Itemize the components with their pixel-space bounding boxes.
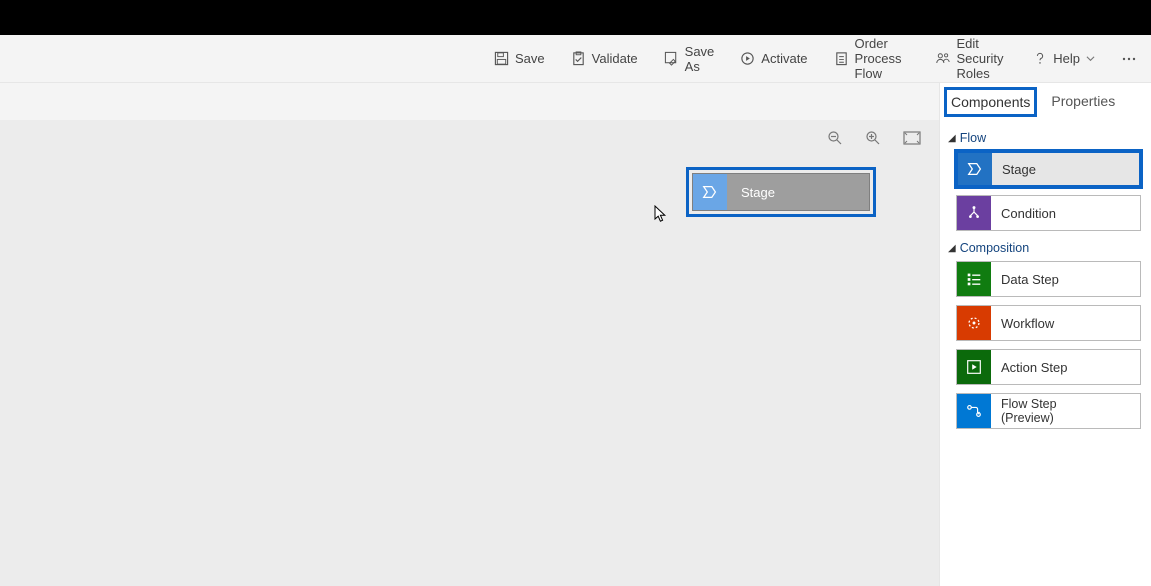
activate-label: Activate [761, 51, 807, 66]
zoom-out-button[interactable] [827, 130, 843, 146]
app-titlebar [0, 0, 1151, 35]
component-stage-label: Stage [992, 162, 1036, 177]
order-process-flow-button[interactable]: Order Process Flow [834, 36, 909, 81]
component-condition-label: Condition [991, 206, 1056, 221]
stage-tile-icon-cell [693, 174, 727, 210]
fit-to-screen-button[interactable] [903, 131, 921, 145]
more-commands-button[interactable] [1121, 52, 1137, 66]
component-flow-step[interactable]: Flow Step (Preview) [956, 393, 1141, 429]
component-data-step-label: Data Step [991, 272, 1059, 287]
designer-canvas[interactable]: Stage [0, 120, 939, 586]
roles-label: Edit Security Roles [957, 36, 1008, 81]
data-step-icon-cell [957, 262, 991, 296]
save-as-label: Save As [685, 44, 715, 74]
data-step-list-icon [965, 270, 983, 288]
tab-components[interactable]: Components [946, 89, 1035, 115]
component-action-step[interactable]: Action Step [956, 349, 1141, 385]
workflow-icon-cell [957, 306, 991, 340]
tab-properties[interactable]: Properties [1047, 89, 1119, 115]
ellipsis-icon [1121, 52, 1137, 66]
section-header-flow[interactable]: ◢ Flow [948, 131, 1151, 145]
edit-security-roles-button[interactable]: Edit Security Roles [935, 36, 1008, 81]
order-icon [834, 51, 849, 66]
flow-components-list: Stage Condition [940, 151, 1151, 231]
roles-icon [935, 51, 951, 66]
workspace: Stage Components Properties ◢ Flow Stage [0, 83, 1151, 586]
save-as-icon [664, 51, 679, 66]
composition-components-list: Data Step Workflow Action Step Flow Step… [940, 261, 1151, 429]
save-icon [494, 51, 509, 66]
condition-icon-cell [957, 196, 991, 230]
canvas-header-strip [0, 83, 939, 120]
fit-icon [903, 131, 921, 145]
condition-branch-icon [965, 204, 983, 222]
zoom-out-icon [827, 130, 843, 146]
collapse-triangle-icon: ◢ [948, 133, 956, 144]
side-tabs: Components Properties [940, 89, 1151, 121]
activate-icon [740, 51, 755, 66]
save-as-button[interactable]: Save As [664, 44, 715, 74]
component-data-step[interactable]: Data Step [956, 261, 1141, 297]
activate-button[interactable]: Activate [740, 51, 807, 66]
section-header-composition[interactable]: ◢ Composition [948, 241, 1151, 255]
collapse-triangle-icon: ◢ [948, 243, 956, 254]
component-flow-step-label: Flow Step (Preview) [991, 397, 1057, 426]
stage-chevron-icon [701, 183, 719, 201]
canvas-zoom-tools [827, 130, 921, 146]
action-play-icon [965, 358, 983, 376]
tab-properties-label: Properties [1051, 93, 1115, 109]
action-step-icon-cell [957, 350, 991, 384]
component-condition[interactable]: Condition [956, 195, 1141, 231]
component-workflow[interactable]: Workflow [956, 305, 1141, 341]
stage-icon-cell [958, 153, 992, 185]
side-panel: Components Properties ◢ Flow Stage Condi… [939, 83, 1151, 586]
component-workflow-label: Workflow [991, 316, 1054, 331]
save-button[interactable]: Save [494, 51, 545, 66]
component-stage[interactable]: Stage [956, 151, 1141, 187]
drag-highlight-outline: Stage [686, 167, 876, 217]
command-bar: Save Validate Save As Activate Order Pro… [0, 35, 1151, 83]
mouse-cursor [654, 205, 668, 226]
flow-step-icon-cell [957, 394, 991, 428]
order-label: Order Process Flow [855, 36, 909, 81]
zoom-in-icon [865, 130, 881, 146]
validate-button[interactable]: Validate [571, 51, 638, 66]
help-icon [1033, 51, 1047, 66]
help-label: Help [1053, 51, 1080, 66]
tab-components-label: Components [951, 94, 1030, 110]
validate-icon [571, 51, 586, 66]
workflow-gear-icon [965, 314, 983, 332]
stage-drag-preview[interactable]: Stage [686, 167, 876, 217]
flow-step-icon [965, 402, 983, 420]
help-button[interactable]: Help [1033, 51, 1095, 66]
save-label: Save [515, 51, 545, 66]
stage-chevron-icon [966, 160, 984, 178]
chevron-down-icon [1086, 54, 1095, 63]
zoom-in-button[interactable] [865, 130, 881, 146]
validate-label: Validate [592, 51, 638, 66]
section-flow-label: Flow [960, 131, 986, 145]
component-action-step-label: Action Step [991, 360, 1068, 375]
stage-tile-label: Stage [727, 185, 775, 200]
stage-tile[interactable]: Stage [692, 173, 870, 211]
section-composition-label: Composition [960, 241, 1029, 255]
